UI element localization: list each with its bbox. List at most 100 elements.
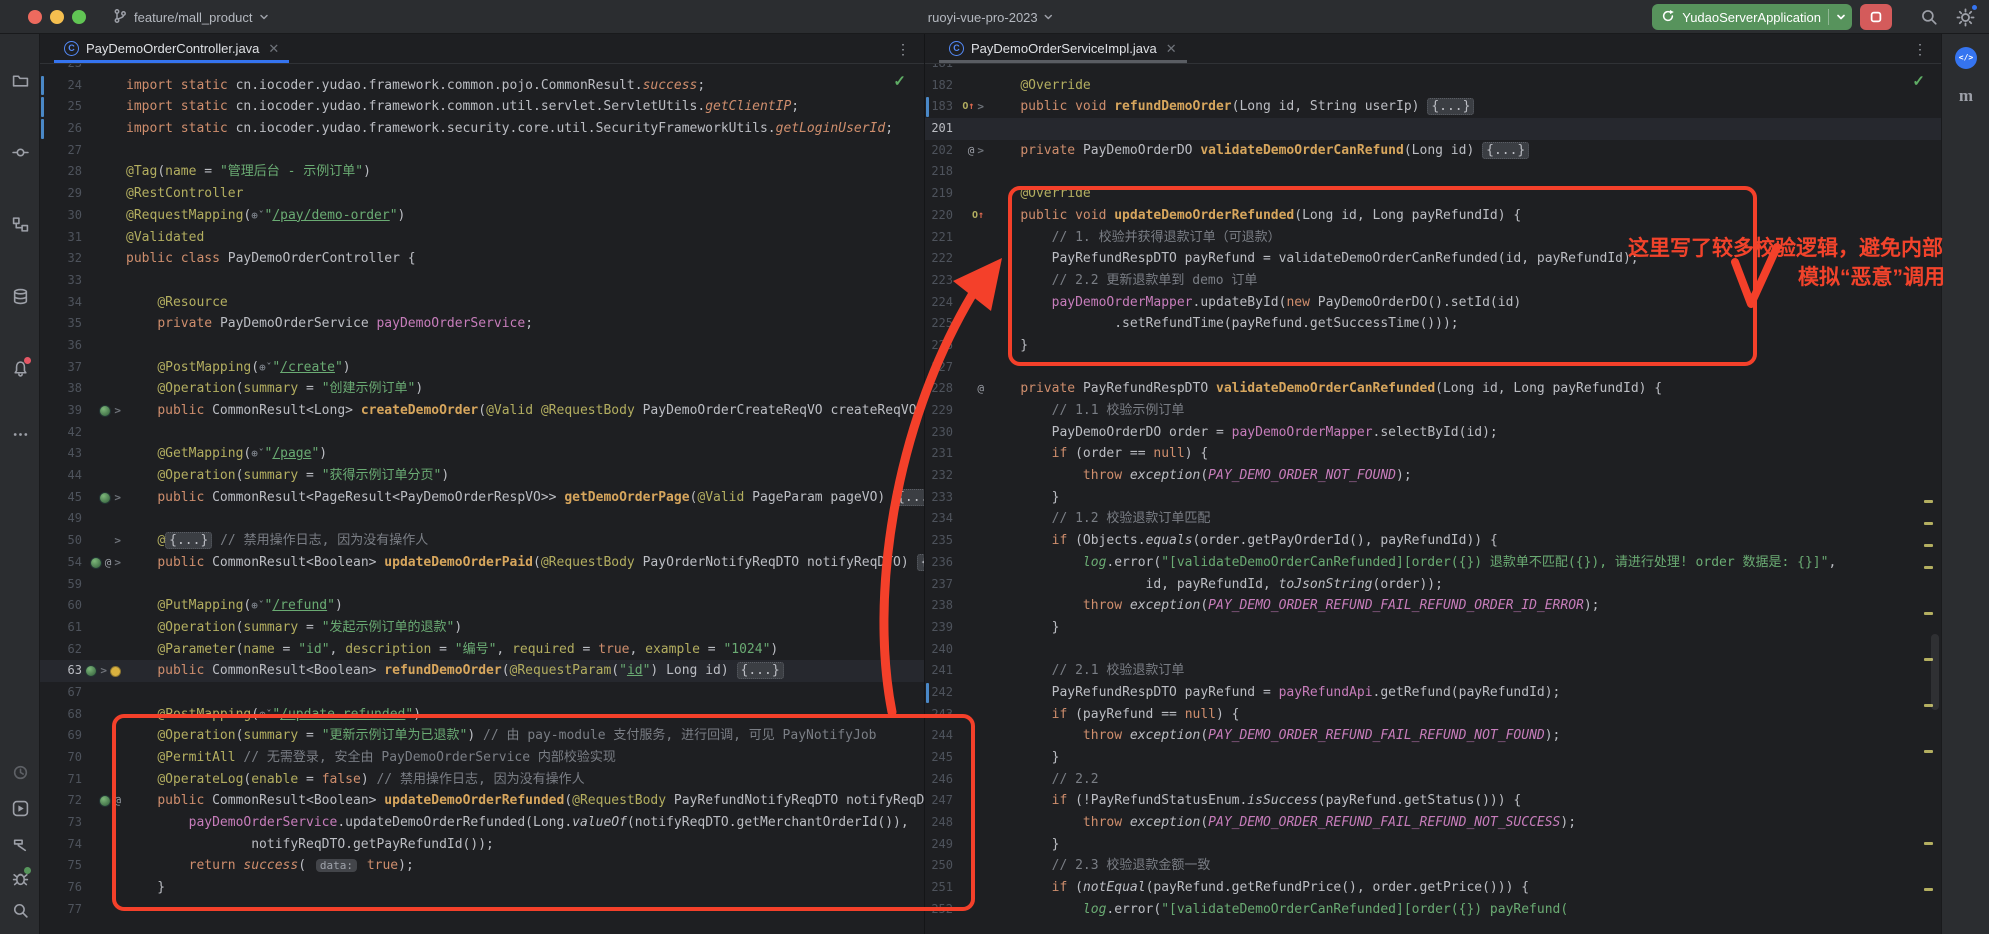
- code-text[interactable]: if (order == null) {: [989, 443, 1941, 465]
- code-line[interactable]: 246 // 2.2: [925, 769, 1941, 791]
- fold-arrow-icon[interactable]: >: [100, 665, 107, 677]
- line-number[interactable]: 43: [40, 443, 82, 465]
- code-line[interactable]: 73 payDemoOrderService.updateDemoOrderRe…: [40, 812, 924, 834]
- code-text[interactable]: payDemoOrderService.updateDemoOrderRefun…: [126, 812, 924, 834]
- code-line[interactable]: 182 @Override: [925, 75, 1941, 97]
- code-text[interactable]: @Resource: [126, 292, 924, 314]
- code-line[interactable]: 38 @Operation(summary = "创建示例订单"): [40, 378, 924, 400]
- annotation-gutter-icon[interactable]: @: [114, 795, 121, 807]
- line-number[interactable]: 242: [925, 682, 953, 704]
- database-icon[interactable]: [8, 284, 32, 308]
- rest-endpoint-icon[interactable]: [85, 665, 97, 677]
- line-number[interactable]: 247: [925, 790, 953, 812]
- line-number[interactable]: 35: [40, 313, 82, 335]
- code-text[interactable]: if (payRefund == null) {: [989, 704, 1941, 726]
- code-text[interactable]: @Override: [989, 75, 1941, 97]
- line-number[interactable]: 50: [40, 530, 82, 552]
- line-number[interactable]: 252: [925, 899, 953, 921]
- structure-icon[interactable]: [8, 212, 32, 236]
- code-text[interactable]: return success( data: true);: [126, 855, 924, 877]
- code-line[interactable]: 202@> private PayDemoOrderDO validateDem…: [925, 140, 1941, 162]
- zoom-window-button[interactable]: [72, 10, 86, 24]
- line-number[interactable]: 183: [925, 96, 953, 118]
- code-line[interactable]: 237 id, payRefundId, toJsonString(order)…: [925, 574, 1941, 596]
- code-text[interactable]: private PayDemoOrderDO validateDemoOrder…: [989, 140, 1941, 162]
- code-line[interactable]: 45> public CommonResult<PageResult<PayDe…: [40, 487, 924, 509]
- code-text[interactable]: // 1.1 校验示例订单: [989, 400, 1941, 422]
- code-text[interactable]: PayRefundRespDTO payRefund = validateDem…: [989, 248, 1941, 270]
- line-number[interactable]: 248: [925, 812, 953, 834]
- code-text[interactable]: @OperateLog(enable = false) // 禁用操作日志, 因…: [126, 769, 924, 791]
- line-number[interactable]: 29: [40, 183, 82, 205]
- code-line[interactable]: 50> @{...} // 禁用操作日志, 因为没有操作人: [40, 530, 924, 552]
- code-line[interactable]: 224 payDemoOrderMapper.updateById(new Pa…: [925, 292, 1941, 314]
- search-everywhere-icon[interactable]: [1918, 6, 1940, 28]
- line-number[interactable]: 243: [925, 704, 953, 726]
- code-line[interactable]: 226 }: [925, 335, 1941, 357]
- code-text[interactable]: }: [126, 877, 924, 899]
- code-text[interactable]: payDemoOrderMapper.updateById(new PayDem…: [989, 292, 1941, 314]
- code-text[interactable]: log.error("[validateDemoOrderCanRefunded…: [989, 552, 1941, 574]
- code-line[interactable]: 74 notifyReqDTO.getPayRefundId());: [40, 834, 924, 856]
- code-text[interactable]: public void updateDemoOrderRefunded(Long…: [989, 205, 1941, 227]
- line-number[interactable]: 237: [925, 574, 953, 596]
- code-text[interactable]: public class PayDemoOrderController {: [126, 248, 924, 270]
- code-text[interactable]: import static cn.iocoder.yudao.framework…: [126, 118, 924, 140]
- code-text[interactable]: .setRefundTime(payRefund.getSuccessTime(…: [989, 313, 1941, 335]
- code-line[interactable]: 236 log.error("[validateDemoOrderCanRefu…: [925, 552, 1941, 574]
- code-line[interactable]: 234 // 1.2 校验退款订单匹配: [925, 508, 1941, 530]
- code-line[interactable]: 227: [925, 357, 1941, 379]
- code-text[interactable]: @GetMapping(⊕ˇ"/page"): [126, 443, 924, 465]
- settings-gear-icon[interactable]: [1954, 6, 1976, 28]
- code-line[interactable]: 183O↑> public void refundDemoOrder(Long …: [925, 96, 1941, 118]
- stripe-warning-mark[interactable]: [1924, 522, 1933, 525]
- run-configuration-button[interactable]: YudaoServerApplication: [1652, 4, 1852, 30]
- code-line[interactable]: 37 @PostMapping(⊕ˇ"/create"): [40, 357, 924, 379]
- code-text[interactable]: PayDemoOrderDO order = payDemoOrderMappe…: [989, 422, 1941, 444]
- stripe-warning-mark[interactable]: [1924, 612, 1933, 615]
- line-number[interactable]: 71: [40, 769, 82, 791]
- code-text[interactable]: // 2.2: [989, 769, 1941, 791]
- stripe-warning-mark[interactable]: [1924, 842, 1933, 845]
- line-number[interactable]: 240: [925, 639, 953, 661]
- code-line[interactable]: 249 }: [925, 834, 1941, 856]
- code-line[interactable]: 44 @Operation(summary = "获得示例订单分页"): [40, 465, 924, 487]
- code-text[interactable]: // 1.2 校验退款订单匹配: [989, 508, 1941, 530]
- annotation-gutter-icon[interactable]: @: [105, 557, 112, 569]
- code-line[interactable]: 36: [40, 335, 924, 357]
- line-number[interactable]: 60: [40, 595, 82, 617]
- code-text[interactable]: // 1. 校验并获得退款订单（可退款）: [989, 227, 1941, 249]
- code-line[interactable]: 233 }: [925, 487, 1941, 509]
- code-text[interactable]: }: [989, 617, 1941, 639]
- code-text[interactable]: @Override: [989, 183, 1941, 205]
- code-line[interactable]: 235 if (Objects.equals(order.getPayOrder…: [925, 530, 1941, 552]
- line-number[interactable]: 225: [925, 313, 953, 335]
- fold-arrow-icon[interactable]: >: [114, 405, 121, 417]
- code-line[interactable]: 23: [40, 64, 924, 75]
- profiler-clock-icon[interactable]: [8, 760, 32, 784]
- tab-options-kebab-icon[interactable]: ⋮: [896, 41, 910, 57]
- code-line[interactable]: 33: [40, 270, 924, 292]
- line-number[interactable]: 44: [40, 465, 82, 487]
- code-line[interactable]: 24import static cn.iocoder.yudao.framewo…: [40, 75, 924, 97]
- code-line[interactable]: 70 @PermitAll // 无需登录, 安全由 PayDemoOrderS…: [40, 747, 924, 769]
- line-number[interactable]: 231: [925, 443, 953, 465]
- code-text[interactable]: // 2.3 校验退款金额一致: [989, 855, 1941, 877]
- maven-icon[interactable]: m: [1954, 84, 1978, 108]
- line-number[interactable]: 220: [925, 205, 953, 227]
- line-number[interactable]: 30: [40, 205, 82, 227]
- line-number[interactable]: 219: [925, 183, 953, 205]
- line-number[interactable]: 67: [40, 682, 82, 704]
- line-number[interactable]: 218: [925, 161, 953, 183]
- line-number[interactable]: 74: [40, 834, 82, 856]
- code-line[interactable]: 230 PayDemoOrderDO order = payDemoOrderM…: [925, 422, 1941, 444]
- code-line[interactable]: 69 @Operation(summary = "更新示例订单为已退款") //…: [40, 725, 924, 747]
- line-number[interactable]: 59: [40, 574, 82, 596]
- notifications-bell-icon[interactable]: [8, 356, 32, 380]
- code-text[interactable]: private PayDemoOrderService payDemoOrder…: [126, 313, 924, 335]
- code-text[interactable]: throw exception(PAY_DEMO_ORDER_REFUND_FA…: [989, 595, 1941, 617]
- close-window-button[interactable]: [28, 10, 42, 24]
- line-number[interactable]: 45: [40, 487, 82, 509]
- stop-button[interactable]: [1860, 4, 1892, 30]
- tab-paydemoorderserviceimpl[interactable]: C PayDemoOrderServiceImpl.java ✕: [939, 34, 1187, 63]
